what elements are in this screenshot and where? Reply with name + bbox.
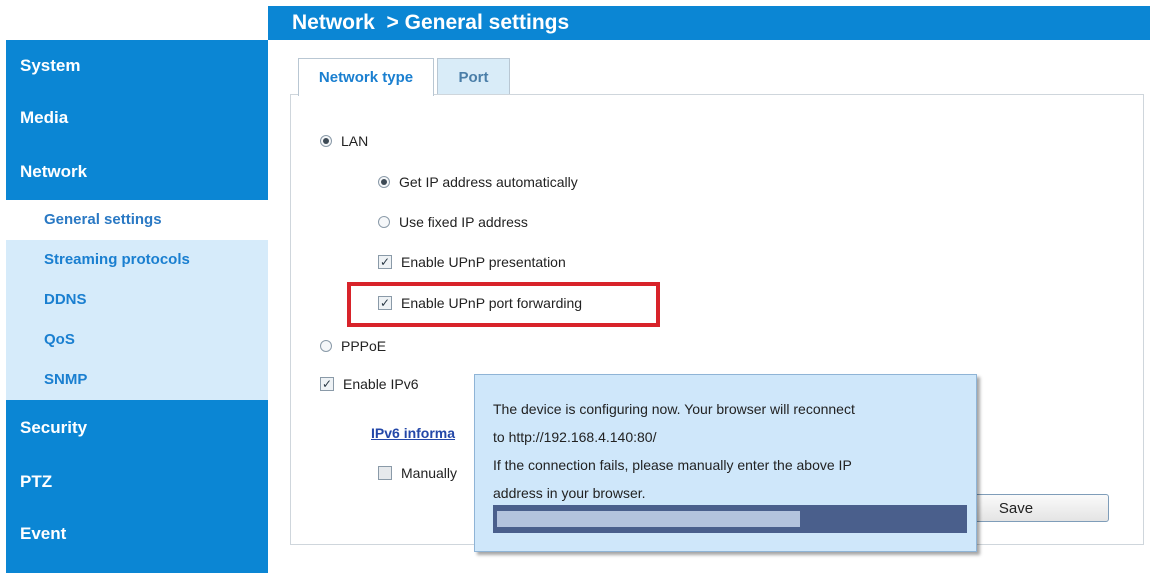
sidebar-subitem-streaming-protocols[interactable]: Streaming protocols xyxy=(6,240,268,280)
sidebar-item-event[interactable]: Event xyxy=(6,508,268,560)
get-ip-auto-label: Get IP address automatically xyxy=(399,174,578,190)
tab-network-type[interactable]: Network type xyxy=(298,58,434,96)
upnp-port-forwarding-option[interactable]: ✓ Enable UPnP port forwarding xyxy=(378,295,582,311)
sidebar-item-network[interactable]: Network xyxy=(6,146,268,198)
sidebar-item-system[interactable]: System xyxy=(6,40,268,92)
upnp-presentation-label: Enable UPnP presentation xyxy=(401,254,566,270)
sidebar-subitem-qos[interactable]: QoS xyxy=(6,320,268,360)
manually-label: Manually xyxy=(401,465,458,481)
fixed-ip-option[interactable]: Use fixed IP address xyxy=(378,214,528,230)
page-header: Network > General settings xyxy=(268,6,1150,40)
ipv6-label: Enable IPv6 xyxy=(343,376,419,392)
save-button[interactable]: Save xyxy=(955,494,1109,522)
lan-option[interactable]: LAN xyxy=(320,133,368,149)
ipv6-checkbox[interactable]: ✓ xyxy=(320,377,334,391)
dialog-line-1: The device is configuring now. Your brow… xyxy=(493,401,855,417)
ipv6-information-link[interactable]: IPv6 informa xyxy=(371,425,455,441)
sidebar-subitem-ddns[interactable]: DDNS xyxy=(6,280,268,320)
progress-bar xyxy=(493,505,967,533)
dialog-line-3: If the connection fails, please manually… xyxy=(493,457,852,473)
upnp-port-forwarding-label: Enable UPnP port forwarding xyxy=(401,295,583,311)
sidebar-subitem-general-settings[interactable]: General settings xyxy=(6,200,268,240)
ipv6-option[interactable]: ✓ Enable IPv6 xyxy=(320,376,419,392)
upnp-port-forwarding-checkbox[interactable]: ✓ xyxy=(378,296,392,310)
pppoe-option[interactable]: PPPoE xyxy=(320,338,386,354)
fixed-ip-radio[interactable] xyxy=(378,216,390,228)
sidebar-item-security[interactable]: Security xyxy=(6,402,268,454)
sidebar-item-ptz[interactable]: PTZ xyxy=(6,456,268,508)
network-subnav: General settings Streaming protocols DDN… xyxy=(6,200,268,400)
manually-option[interactable]: Manually xyxy=(378,465,457,481)
pppoe-label: PPPoE xyxy=(341,338,387,354)
lan-label: LAN xyxy=(341,133,369,149)
pppoe-radio[interactable] xyxy=(320,340,332,352)
sidebar: System Media Network General settings St… xyxy=(6,40,268,573)
save-button-label: Save xyxy=(998,499,1034,517)
tab-port[interactable]: Port xyxy=(437,58,510,95)
dialog-line-2: to http://192.168.4.140:80/ xyxy=(493,429,657,445)
fixed-ip-label: Use fixed IP address xyxy=(399,214,528,230)
upnp-presentation-option[interactable]: ✓ Enable UPnP presentation xyxy=(378,254,566,270)
sidebar-subitem-snmp[interactable]: SNMP xyxy=(6,360,268,400)
dialog-line-4: address in your browser. xyxy=(493,485,646,501)
get-ip-auto-option[interactable]: Get IP address automatically xyxy=(378,174,578,190)
get-ip-auto-radio[interactable] xyxy=(378,176,390,188)
sidebar-item-media[interactable]: Media xyxy=(6,92,268,144)
upnp-presentation-checkbox[interactable]: ✓ xyxy=(378,255,392,269)
reconnect-dialog: The device is configuring now. Your brow… xyxy=(474,374,977,552)
progress-bar-fill xyxy=(497,511,800,527)
lan-radio[interactable] xyxy=(320,135,332,147)
manually-checkbox[interactable] xyxy=(378,466,392,480)
page-title: Network > General settings xyxy=(292,11,570,34)
